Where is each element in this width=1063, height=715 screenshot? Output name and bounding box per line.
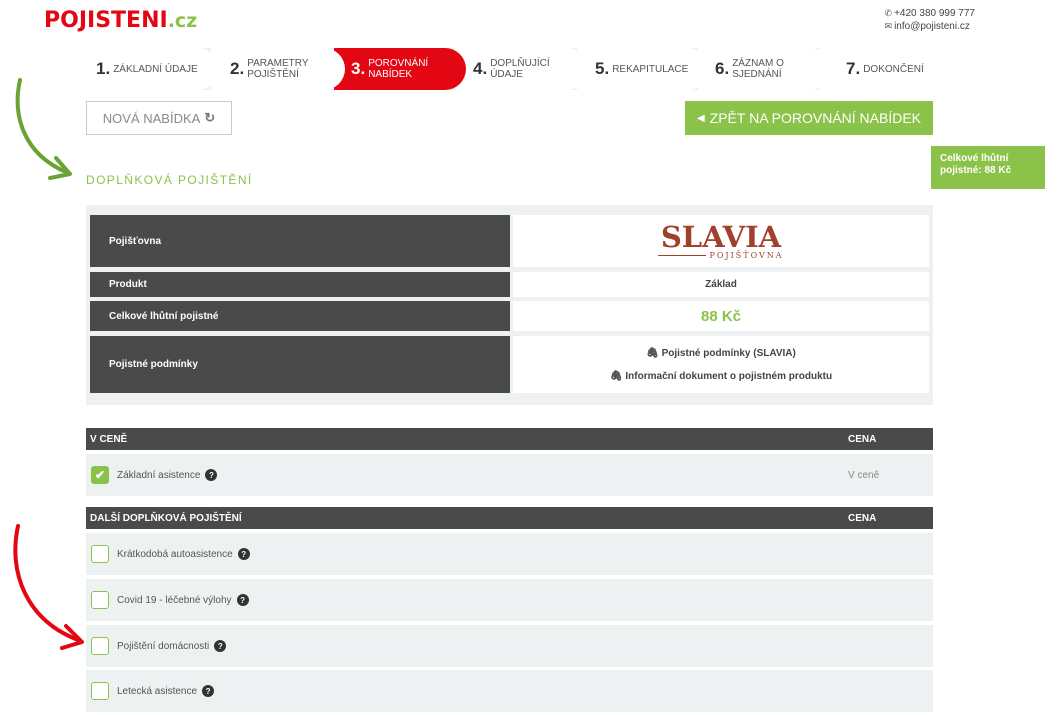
option-name: Krátkodobá autoasistence xyxy=(117,548,233,560)
checkbox[interactable] xyxy=(91,545,109,563)
checkbox[interactable] xyxy=(91,591,109,609)
help-icon[interactable]: ? xyxy=(205,469,218,481)
logo-tld-text: .cz xyxy=(167,10,198,32)
additional-item-air-assistance[interactable]: Letecká asistence ? xyxy=(86,670,933,712)
additional-header-label: DALŠÍ DOPLŇKOVÁ POJIŠTĚNÍ xyxy=(90,512,242,524)
progress-steps: 1. ZÁKLADNÍ ÚDAJE 2. PARAMETRY POJIŠTĚNÍ… xyxy=(86,48,933,90)
refresh-icon: ↻ xyxy=(204,110,216,125)
contact-email[interactable]: info@pojisteni.cz xyxy=(894,21,970,32)
additional-item-short-assistance[interactable]: Krátkodobá autoasistence ? xyxy=(86,533,933,575)
conditions-label: Pojistné podmínky xyxy=(90,336,510,393)
checkbox-checked[interactable]: ✔ xyxy=(91,466,109,484)
product-row: Produkt Základ xyxy=(90,272,929,297)
step-2[interactable]: 2. PARAMETRY POJIŠTĚNÍ xyxy=(211,48,345,90)
mail-icon: ✉ xyxy=(884,21,893,31)
additional-header: DALŠÍ DOPLŇKOVÁ POJIŠTĚNÍ CENA xyxy=(86,507,933,529)
included-price-header: CENA xyxy=(848,433,877,445)
insurer-value: SLAVIA POJIŠŤOVNA xyxy=(513,215,929,267)
product-label: Produkt xyxy=(90,272,510,297)
phone-icon: ✆ xyxy=(884,8,893,18)
step-4[interactable]: 4. DOPLŇUJÍCÍ ÚDAJE xyxy=(455,48,588,90)
step-1[interactable]: 1. ZÁKLADNÍ ÚDAJE xyxy=(86,48,219,90)
help-icon[interactable]: ? xyxy=(214,640,227,652)
option-name: Letecká asistence xyxy=(117,685,198,697)
step-number: 1. xyxy=(96,59,111,78)
conditions-link-2[interactable]: 🖇︎ Informační dokument o pojistném produ… xyxy=(610,371,832,382)
step-number: 4. xyxy=(473,59,488,78)
section-title: DOPLŇKOVÁ POJIŠTĚNÍ xyxy=(86,173,253,187)
included-item-basic-assistance[interactable]: ✔ Základní asistence ? V ceně xyxy=(86,454,933,496)
option-name: Covid 19 - léčebné výlohy xyxy=(117,594,232,606)
logo-main-text: POJISTENI xyxy=(44,8,168,33)
check-icon: ✔ xyxy=(94,468,106,482)
step-label: REKAPITULACE xyxy=(612,63,689,75)
step-5[interactable]: 5. REKAPITULACE xyxy=(577,48,709,90)
logo-line xyxy=(658,254,707,256)
site-logo[interactable]: POJISTENI.cz xyxy=(44,8,197,33)
product-value: Základ xyxy=(513,272,929,297)
conditions-links: 🖇︎ Pojistné podmínky (SLAVIA) 🖇︎ Informa… xyxy=(513,336,929,393)
total-value: 88 Kč xyxy=(513,301,929,331)
slavia-logo-sub: POJIŠŤOVNA xyxy=(709,250,784,260)
step-label: ZÁZNAM O SJEDNÁNÍ xyxy=(732,58,784,80)
step-number: 5. xyxy=(595,59,610,78)
contact-phone[interactable]: +420 380 999 777 xyxy=(894,8,975,19)
conditions-link-1-text: Pojistné podmínky (SLAVIA) xyxy=(661,347,796,359)
step-3[interactable]: 3. POROVNÁNÍ NABÍDEK xyxy=(334,48,466,90)
back-label: ZPĚT NA POROVNÁNÍ NABÍDEK xyxy=(709,110,922,126)
additional-item-household[interactable]: Pojištění domácnosti ? xyxy=(86,625,933,667)
green-arrow-annotation xyxy=(15,78,72,180)
step-label: DOKONČENÍ xyxy=(863,63,924,75)
checkbox[interactable] xyxy=(91,682,109,700)
slavia-logo-main: SLAVIA xyxy=(660,219,782,254)
additional-price-header: CENA xyxy=(848,512,877,524)
option-name: Pojištění domácnosti xyxy=(117,640,210,652)
contact-info: ✆ +420 380 999 777 ✉ info@pojisteni.cz xyxy=(885,7,975,33)
new-offer-label: NOVÁ NABÍDKA xyxy=(102,110,201,126)
option-name: Základní asistence xyxy=(117,469,201,481)
paperclip-icon: 🖇︎ xyxy=(609,370,626,382)
caret-left-icon: ◀ xyxy=(696,112,705,124)
included-header-label: V CENĚ xyxy=(90,433,128,445)
insurer-row: Pojišťovna SLAVIA POJIŠŤOVNA xyxy=(90,215,929,267)
total-premium-line1: Celkové lhůtní xyxy=(940,153,1009,164)
step-label: ZÁKLADNÍ ÚDAJE xyxy=(113,63,198,75)
help-icon[interactable]: ? xyxy=(237,548,250,560)
insurer-label: Pojišťovna xyxy=(90,215,510,267)
step-label: DOPLŇUJÍCÍ ÚDAJE xyxy=(490,58,550,80)
new-offer-button[interactable]: NOVÁ NABÍDKA ↻ xyxy=(86,101,232,135)
conditions-link-1[interactable]: 🖇︎ Pojistné podmínky (SLAVIA) xyxy=(646,348,796,359)
conditions-link-2-text: Informační dokument o pojistném produktu xyxy=(625,370,833,382)
included-header: V CENĚ CENA xyxy=(86,428,933,450)
help-icon[interactable]: ? xyxy=(202,685,215,697)
help-icon[interactable]: ? xyxy=(236,594,249,606)
step-label: PARAMETRY POJIŠTĚNÍ xyxy=(247,58,309,80)
slavia-logo: SLAVIA POJIŠŤOVNA xyxy=(658,219,784,260)
total-premium-line2: pojistné: 88 Kč xyxy=(940,165,1012,176)
step-number: 7. xyxy=(846,59,861,78)
red-arrow-annotation xyxy=(13,524,84,650)
step-7[interactable]: 7. DOKONČENÍ xyxy=(820,48,933,90)
step-number: 6. xyxy=(715,59,730,78)
checkbox[interactable] xyxy=(91,637,109,655)
total-row: Celkové lhůtní pojistné 88 Kč xyxy=(90,301,929,331)
paperclip-icon: 🖇︎ xyxy=(646,347,662,359)
step-number: 3. xyxy=(351,59,366,78)
step-label: POROVNÁNÍ NABÍDEK xyxy=(368,58,429,80)
additional-item-covid[interactable]: Covid 19 - léčebné výlohy ? xyxy=(86,579,933,621)
option-price: V ceně xyxy=(848,469,880,481)
conditions-row: Pojistné podmínky 🖇︎ Pojistné podmínky (… xyxy=(90,336,929,393)
step-number: 2. xyxy=(230,59,245,78)
back-to-comparison-button[interactable]: ◀ ZPĚT NA POROVNÁNÍ NABÍDEK xyxy=(685,101,933,135)
insurer-info-table: Pojišťovna SLAVIA POJIŠŤOVNA Produkt Zák… xyxy=(86,205,933,405)
step-6[interactable]: 6. ZÁZNAM O SJEDNÁNÍ xyxy=(698,48,831,90)
total-label: Celkové lhůtní pojistné xyxy=(90,301,510,331)
total-premium-box: Celkové lhůtní pojistné: 88 Kč xyxy=(931,146,1045,189)
